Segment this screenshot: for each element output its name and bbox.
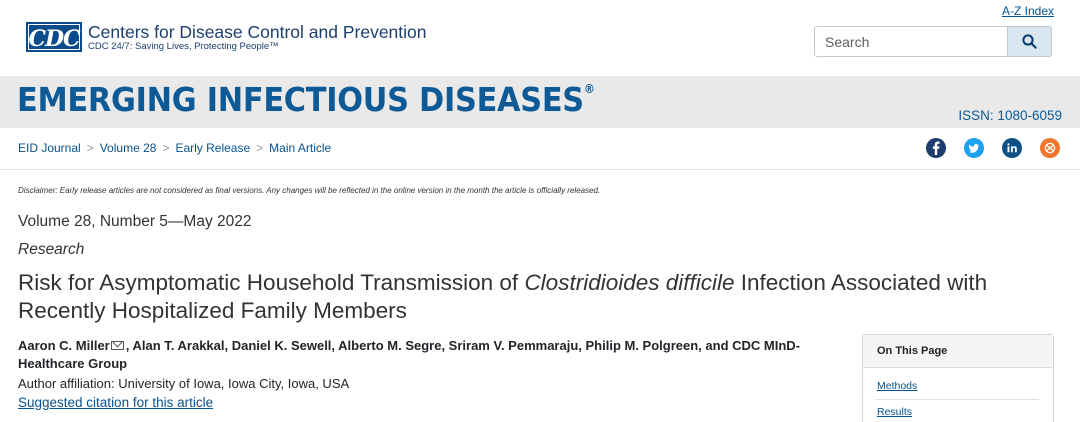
email-icon[interactable] xyxy=(110,341,124,350)
syndicate-glyph xyxy=(1044,142,1056,154)
search-button[interactable] xyxy=(1007,27,1051,56)
facebook-icon[interactable] xyxy=(926,138,946,158)
breadcrumb-eid-journal[interactable]: EID Journal xyxy=(18,141,81,155)
social-share-links xyxy=(926,138,1060,158)
breadcrumb: EID Journal > Volume 28 > Early Release > Main… xyxy=(18,141,331,155)
otp-divider xyxy=(875,399,1039,400)
on-this-page-heading: On This Page xyxy=(863,335,1053,368)
issn-label: ISSN: 1080-6059 xyxy=(958,108,1062,123)
breadcrumb-main-article[interactable]: Main Article xyxy=(269,141,331,155)
az-index-link[interactable]: A-Z Index xyxy=(1002,4,1054,18)
article-title: Risk for Asymptomatic Household Transmis… xyxy=(18,269,1038,325)
facebook-glyph xyxy=(932,141,940,155)
article-title-part: Risk for Asymptomatic Household Transmis… xyxy=(18,270,525,295)
otp-link-results[interactable]: Results xyxy=(877,406,912,418)
article-title-organism: Clostridioides difficile xyxy=(524,270,735,295)
volume-issue: Volume 28, Number 5—May 2022 xyxy=(18,213,252,230)
search-icon xyxy=(1022,34,1037,49)
registered-mark: ® xyxy=(583,82,595,96)
search-box xyxy=(814,26,1052,57)
breadcrumb-bar: EID Journal > Volume 28 > Early Release > Main… xyxy=(0,128,1080,170)
article-type: Research xyxy=(18,241,85,258)
journal-title[interactable]: EMERGING INFECTIOUS DISEASES® xyxy=(17,80,595,119)
journal-title-text: EMERGING INFECTIOUS DISEASES xyxy=(17,80,584,119)
breadcrumb-separator: > xyxy=(256,141,264,155)
journal-banner: EMERGING INFECTIOUS DISEASES® ISSN: 1080… xyxy=(0,76,1080,128)
org-name[interactable]: Centers for Disease Control and Preventi… xyxy=(88,22,427,43)
twitter-glyph xyxy=(968,144,979,153)
coauthors: , Alan T. Arakkal, Daniel K. Sewell, Alb… xyxy=(18,338,800,371)
suggested-citation-link[interactable]: Suggested citation for this article xyxy=(18,395,213,410)
breadcrumb-separator: > xyxy=(86,141,94,155)
on-this-page-panel: On This Page Methods Results xyxy=(862,334,1054,422)
site-header: CDC Centers for Disease Control and Prev… xyxy=(0,0,1080,76)
breadcrumb-early-release[interactable]: Early Release xyxy=(175,141,250,155)
search-input[interactable] xyxy=(815,27,1009,56)
otp-link-methods[interactable]: Methods xyxy=(877,380,917,392)
linkedin-glyph xyxy=(1007,143,1017,153)
author-list: Aaron C. Miller, Alan T. Arakkal, Daniel… xyxy=(18,337,864,373)
syndicate-icon[interactable] xyxy=(1040,138,1060,158)
cdc-logo[interactable]: CDC xyxy=(26,22,82,52)
breadcrumb-volume[interactable]: Volume 28 xyxy=(100,141,157,155)
corresponding-author: Aaron C. Miller xyxy=(18,338,110,353)
twitter-icon[interactable] xyxy=(964,138,984,158)
org-tagline: CDC 24/7: Saving Lives, Protecting Peopl… xyxy=(88,41,279,52)
breadcrumb-separator: > xyxy=(162,141,170,155)
early-release-disclaimer: Disclaimer: Early release articles are n… xyxy=(18,186,601,195)
author-affiliation: Author affiliation: University of Iowa, … xyxy=(18,376,350,391)
linkedin-icon[interactable] xyxy=(1002,138,1022,158)
